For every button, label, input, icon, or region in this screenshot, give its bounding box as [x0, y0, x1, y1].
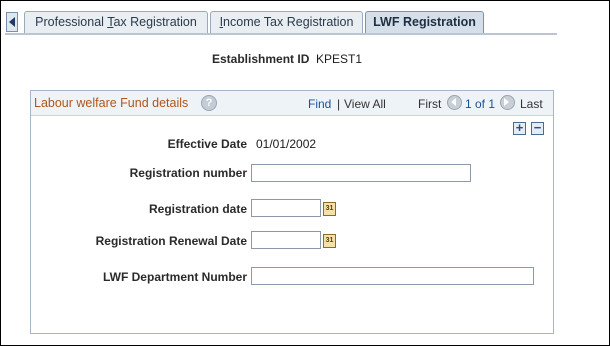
establishment-id-value: KPEST1 [316, 52, 363, 66]
next-arrow-icon[interactable] [500, 95, 515, 110]
tab-professional-tax-registration[interactable]: Professional Tax Registration [24, 11, 208, 33]
registration-renewal-date-label: Registration Renewal Date [95, 234, 247, 248]
first-label: First [418, 97, 442, 111]
registration-number-label: Registration number [129, 166, 247, 180]
calendar-icon[interactable]: 31 [323, 234, 336, 248]
tab-label-prefix: Professional [35, 15, 108, 29]
tab-label-suffix: ncome Tax Registration [223, 15, 354, 29]
registration-renewal-date-input[interactable] [251, 231, 321, 249]
view-all-link[interactable]: View All [344, 97, 386, 111]
page-info: 1 of 1 [465, 97, 496, 111]
lwf-department-number-label: LWF Department Number [102, 270, 247, 284]
find-link[interactable]: Find [308, 97, 331, 111]
calendar-icon[interactable]: 31 [323, 202, 336, 216]
effective-date-value: 01/01/2002 [256, 137, 317, 151]
lwf-department-number-input[interactable] [251, 267, 534, 285]
registration-number-input[interactable] [251, 164, 471, 182]
group-header: Labour welfare Fund details ? Find | Vie… [31, 91, 553, 116]
tab-lwf-registration[interactable]: LWF Registration [365, 11, 484, 34]
establishment-id-label: Establishment ID [212, 52, 310, 66]
prev-arrow-icon[interactable] [447, 95, 462, 110]
tab-income-tax-registration[interactable]: Income Tax Registration [210, 11, 363, 33]
registration-date-label: Registration date [148, 202, 247, 216]
nav-separator: | [337, 97, 341, 111]
add-row-button[interactable]: + [513, 121, 526, 135]
last-label: Last [520, 97, 543, 111]
group-title: Labour welfare Fund details [34, 96, 189, 110]
tab-divider [5, 33, 557, 35]
tab-scroll-left-button[interactable] [6, 12, 18, 32]
tab-label: LWF Registration [373, 15, 476, 29]
registration-date-input[interactable] [251, 199, 321, 217]
delete-row-button[interactable]: − [531, 121, 544, 135]
effective-date-label: Effective Date [167, 137, 247, 151]
tab-label-suffix: ax Registration [113, 15, 197, 29]
help-icon[interactable]: ? [201, 95, 217, 111]
triangle-left-icon [9, 17, 15, 27]
